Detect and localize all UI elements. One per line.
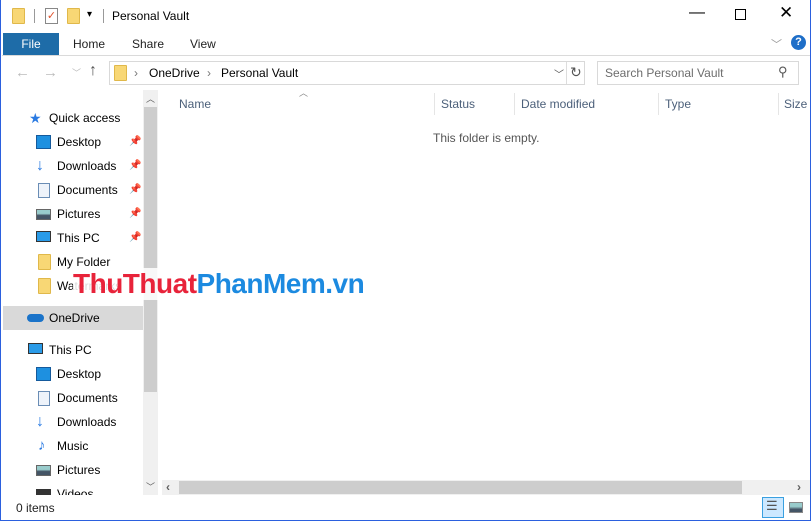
nav-pc-music[interactable]: ♪ Music <box>3 434 144 458</box>
nav-desktop[interactable]: Desktop 📌 <box>3 130 144 154</box>
tab-file[interactable]: File <box>3 33 59 55</box>
scroll-right-icon[interactable]: › <box>797 480 801 494</box>
nav-pc-documents[interactable]: Documents <box>3 386 144 410</box>
item-count: 0 items <box>16 501 55 515</box>
empty-folder-message: This folder is empty. <box>433 131 540 145</box>
pin-icon[interactable]: 📌 <box>129 202 141 226</box>
forward-button[interactable]: → <box>43 64 58 81</box>
new-folder-icon[interactable] <box>67 8 80 24</box>
desktop-icon <box>36 135 51 149</box>
properties-icon[interactable]: ✓ <box>45 8 58 24</box>
sort-ascending-icon: ︿ <box>299 88 309 98</box>
up-button[interactable]: ↑ <box>89 62 97 80</box>
refresh-icon[interactable]: ↻ <box>570 64 582 81</box>
column-separator[interactable] <box>514 93 515 115</box>
address-bar[interactable]: › OneDrive › Personal Vault ﹀ ↻ <box>109 61 585 85</box>
pictures-icon <box>36 209 51 220</box>
divider <box>34 9 35 23</box>
column-separator[interactable] <box>658 93 659 115</box>
nav-quick-access[interactable]: ★ Quick access <box>3 106 144 130</box>
close-button[interactable]: ✕ <box>779 3 793 23</box>
chevron-right-icon: › <box>207 66 211 80</box>
watermark-logo: ThuThuatPhanMem.vn <box>73 268 365 300</box>
details-view-button[interactable]: ☰ <box>762 497 784 518</box>
column-type[interactable]: Type <box>665 93 691 115</box>
nav-onedrive[interactable]: OneDrive <box>3 306 144 330</box>
help-icon[interactable]: ? <box>791 35 806 50</box>
chevron-right-icon: › <box>134 66 138 80</box>
desktop-icon <box>36 367 51 381</box>
ribbon-divider <box>2 55 810 56</box>
horizontal-scrollbar[interactable]: ‹ › <box>162 480 810 495</box>
nav-downloads[interactable]: ↓ Downloads 📌 <box>3 154 144 178</box>
scrollbar-thumb[interactable] <box>179 481 742 494</box>
star-icon: ★ <box>29 110 42 126</box>
nav-documents[interactable]: Documents 📌 <box>3 178 144 202</box>
nav-pc-pictures[interactable]: Pictures <box>3 458 144 482</box>
column-date-modified[interactable]: Date modified <box>521 93 595 115</box>
folder-icon <box>38 254 51 270</box>
pin-icon[interactable]: 📌 <box>129 178 141 202</box>
address-dropdown-icon[interactable]: ﹀ <box>554 66 564 81</box>
nav-pc-downloads[interactable]: ↓ Downloads <box>3 410 144 434</box>
scrollbar-thumb[interactable] <box>144 107 157 392</box>
explorer-window: ✓ ▾ Personal Vault — ✕ File Home Share V… <box>0 0 811 521</box>
search-input[interactable]: Search Personal Vault ⚲ <box>597 61 799 85</box>
breadcrumb-onedrive[interactable]: OneDrive <box>149 66 200 80</box>
document-icon <box>38 391 50 406</box>
video-icon <box>36 489 51 495</box>
nav-this-pc[interactable]: This PC <box>3 338 144 362</box>
download-icon: ↓ <box>36 413 44 430</box>
column-size[interactable]: Size <box>784 93 807 115</box>
pin-icon[interactable]: 📌 <box>129 226 141 250</box>
search-placeholder: Search Personal Vault <box>605 66 724 80</box>
folder-icon <box>114 65 127 81</box>
expand-ribbon-icon[interactable]: ﹀ <box>771 36 782 52</box>
tab-share[interactable]: Share <box>132 33 164 55</box>
folder-icon <box>12 8 25 24</box>
nav-pc-desktop[interactable]: Desktop <box>3 362 144 386</box>
divider <box>566 62 567 84</box>
download-icon: ↓ <box>36 157 44 174</box>
column-separator[interactable] <box>434 93 435 115</box>
customize-toolbar-icon[interactable]: ▾ <box>87 9 92 20</box>
computer-icon <box>36 231 51 242</box>
maximize-button[interactable] <box>735 9 746 20</box>
nav-pictures[interactable]: Pictures 📌 <box>3 202 144 226</box>
back-button[interactable]: ← <box>15 64 30 81</box>
breadcrumb-personal-vault[interactable]: Personal Vault <box>221 66 298 80</box>
column-status[interactable]: Status <box>441 93 475 115</box>
recent-locations-icon[interactable]: ﹀ <box>72 66 81 79</box>
column-name[interactable]: Name <box>179 93 211 115</box>
scroll-down-icon[interactable]: ﹀ <box>146 480 155 493</box>
pin-icon[interactable]: 📌 <box>129 154 141 178</box>
details-view-icon: ☰ <box>766 498 778 513</box>
nav-this-pc-quick[interactable]: This PC 📌 <box>3 226 144 250</box>
music-icon: ♪ <box>38 437 46 454</box>
tab-home[interactable]: Home <box>73 33 105 55</box>
pin-icon[interactable]: 📌 <box>129 130 141 154</box>
large-icons-view-button[interactable] <box>789 502 803 513</box>
computer-icon <box>28 343 43 354</box>
folder-icon <box>38 278 51 294</box>
scroll-up-icon[interactable]: ︿ <box>146 92 155 105</box>
column-separator[interactable] <box>778 93 779 115</box>
scroll-left-icon[interactable]: ‹ <box>166 480 170 494</box>
cloud-icon <box>27 314 44 322</box>
search-icon: ⚲ <box>778 64 788 79</box>
document-icon <box>38 183 50 198</box>
nav-pc-videos[interactable]: Videos <box>3 482 144 495</box>
pictures-icon <box>36 465 51 476</box>
tab-view[interactable]: View <box>190 33 216 55</box>
minimize-button[interactable]: — <box>689 4 705 22</box>
divider <box>103 9 104 23</box>
window-title: Personal Vault <box>112 9 190 23</box>
